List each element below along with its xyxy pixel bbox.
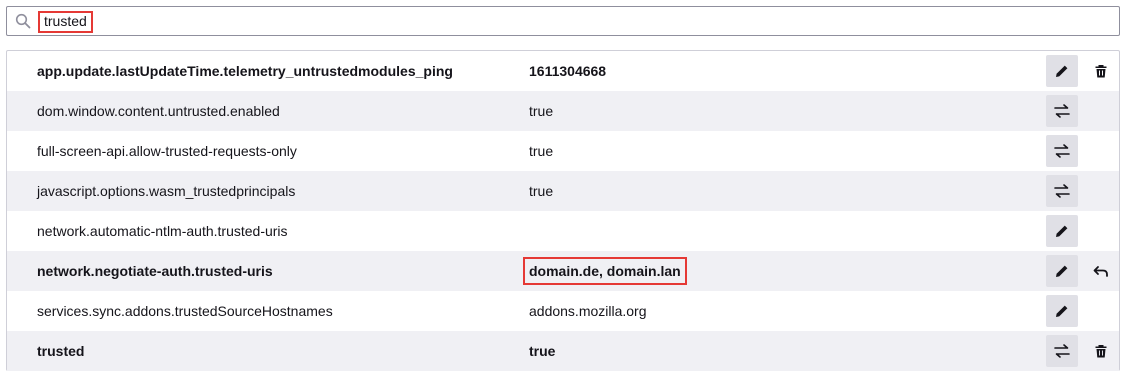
toggle-arrows-icon bbox=[1054, 104, 1070, 118]
toggle-arrows-icon bbox=[1054, 344, 1070, 358]
delete-button[interactable] bbox=[1085, 55, 1117, 87]
pref-name: network.negotiate-auth.trusted-uris bbox=[37, 263, 273, 279]
table-row: full-screen-api.allow-trusted-requests-o… bbox=[7, 131, 1119, 171]
table-row: network.negotiate-auth.trusted-uris doma… bbox=[7, 251, 1119, 291]
pref-value: true bbox=[529, 143, 554, 159]
pref-name: full-screen-api.allow-trusted-requests-o… bbox=[37, 143, 297, 159]
pref-value: true bbox=[529, 343, 556, 359]
reset-button[interactable] bbox=[1085, 255, 1117, 287]
undo-icon bbox=[1093, 266, 1108, 277]
pref-value: 1611304668 bbox=[529, 63, 607, 79]
pref-name: javascript.options.wasm_trustedprincipal… bbox=[37, 183, 296, 199]
pencil-icon bbox=[1056, 305, 1068, 317]
search-input[interactable]: trusted bbox=[6, 6, 1120, 36]
pref-name: dom.window.content.untrusted.enabled bbox=[37, 103, 280, 119]
delete-button[interactable] bbox=[1085, 335, 1117, 367]
table-row: dom.window.content.untrusted.enabled tru… bbox=[7, 91, 1119, 131]
table-row: trusted true bbox=[7, 331, 1119, 371]
pref-name: network.automatic-ntlm-auth.trusted-uris bbox=[37, 223, 288, 239]
toggle-button[interactable] bbox=[1046, 175, 1078, 207]
toggle-arrows-icon bbox=[1054, 184, 1070, 198]
pref-name: services.sync.addons.trustedSourceHostna… bbox=[37, 303, 333, 319]
table-row: app.update.lastUpdateTime.telemetry_untr… bbox=[7, 51, 1119, 91]
preferences-table: app.update.lastUpdateTime.telemetry_untr… bbox=[6, 50, 1120, 371]
pref-value: true bbox=[529, 103, 554, 119]
table-row: services.sync.addons.trustedSourceHostna… bbox=[7, 291, 1119, 331]
edit-button[interactable] bbox=[1046, 295, 1078, 327]
trash-icon bbox=[1095, 345, 1107, 358]
pencil-icon bbox=[1056, 65, 1068, 77]
toggle-arrows-icon bbox=[1054, 144, 1070, 158]
toggle-button[interactable] bbox=[1046, 95, 1078, 127]
pref-name: trusted bbox=[37, 343, 85, 359]
toggle-button[interactable] bbox=[1046, 335, 1078, 367]
edit-button[interactable] bbox=[1046, 255, 1078, 287]
edit-button[interactable] bbox=[1046, 215, 1078, 247]
pencil-icon bbox=[1056, 225, 1068, 237]
pref-value: addons.mozilla.org bbox=[529, 303, 647, 319]
table-row: network.automatic-ntlm-auth.trusted-uris bbox=[7, 211, 1119, 251]
pencil-icon bbox=[1056, 265, 1068, 277]
toggle-button[interactable] bbox=[1046, 135, 1078, 167]
search-icon bbox=[15, 13, 31, 29]
pref-value: domain.de, domain.lan bbox=[523, 257, 687, 285]
pref-name: app.update.lastUpdateTime.telemetry_untr… bbox=[37, 63, 453, 79]
search-value[interactable]: trusted bbox=[38, 11, 93, 33]
edit-button[interactable] bbox=[1046, 55, 1078, 87]
trash-icon bbox=[1095, 65, 1107, 78]
pref-value: true bbox=[529, 183, 554, 199]
table-row: javascript.options.wasm_trustedprincipal… bbox=[7, 171, 1119, 211]
